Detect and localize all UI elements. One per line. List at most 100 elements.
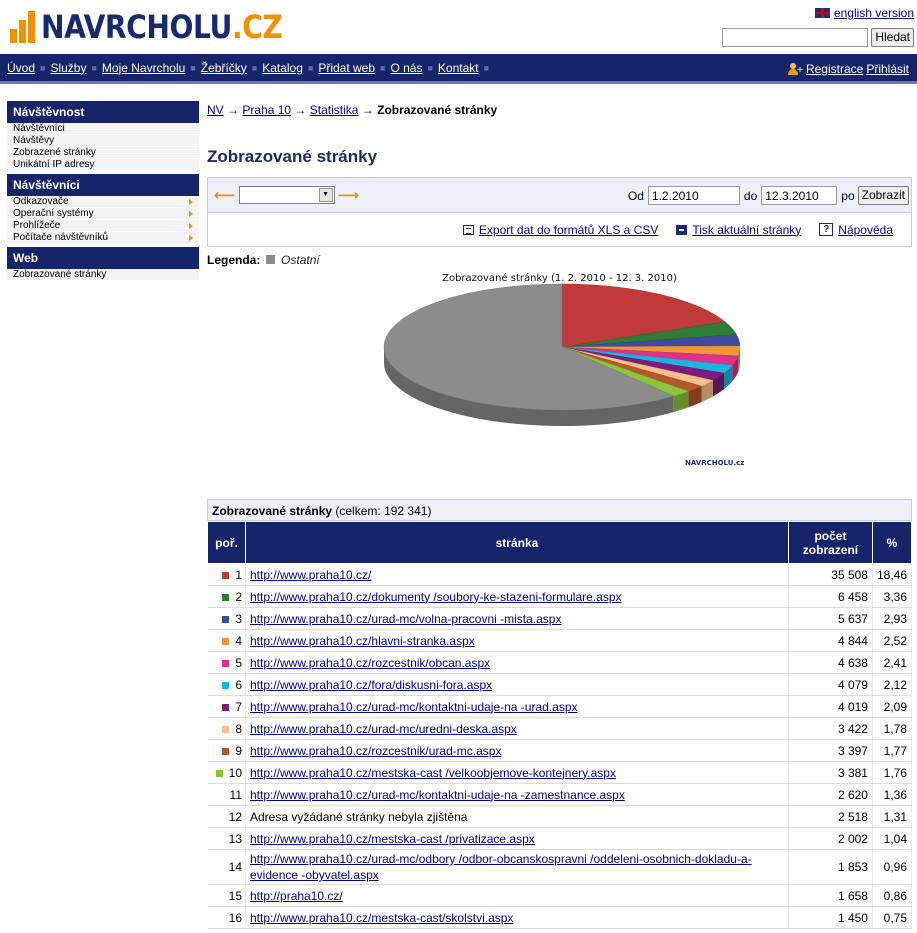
legend-swatch xyxy=(265,255,275,264)
submenu-arrow-icon xyxy=(189,223,193,229)
chart-title: Zobrazované stránky (1. 2. 2010 - 12. 3.… xyxy=(442,273,677,284)
nav-item[interactable]: Kontakt xyxy=(438,61,479,75)
page-link[interactable]: http://www.praha10.cz/mestska-cast /velk… xyxy=(250,766,616,780)
sidebar-item-label: Návštěvníci xyxy=(13,123,65,134)
search-input[interactable] xyxy=(722,28,869,47)
col-pct-header[interactable]: % xyxy=(871,521,913,564)
page-link[interactable]: http://www.praha10.cz/mestska-cast /priv… xyxy=(250,832,535,846)
nav-separator-icon: ■ xyxy=(427,62,433,73)
next-period-arrow-icon[interactable]: ⟶ xyxy=(338,188,360,203)
login-link[interactable]: Přihlásit xyxy=(866,62,909,76)
site-logo[interactable]: NAVRCHOLU.CZ xyxy=(10,4,315,50)
chevron-down-icon[interactable]: ▼ xyxy=(318,188,333,202)
series-color-swatch xyxy=(222,703,230,711)
english-version-link[interactable]: english version xyxy=(834,6,914,20)
language-switch[interactable]: english version xyxy=(814,6,914,20)
page-link[interactable]: http://www.praha10.cz/urad-mc/volna-prac… xyxy=(250,612,561,626)
help-tool[interactable]: ? Nápověda xyxy=(819,223,893,237)
count-cell: 2 518 xyxy=(788,805,873,828)
percent-cell: 2,52 xyxy=(872,629,913,652)
page-link[interactable]: http://www.praha10.cz/urad-mc/kontaktni-… xyxy=(250,700,578,714)
register-link[interactable]: Registrace xyxy=(806,62,863,76)
nav-item[interactable]: Přidat web xyxy=(318,61,375,75)
page-link[interactable]: http://www.praha10.cz/rozcestnik/obcan.a… xyxy=(250,656,490,670)
search-button[interactable]: Hledat xyxy=(871,28,914,47)
page-link[interactable]: http://www.praha10.cz/mestska-cast/skols… xyxy=(250,911,513,925)
page-link[interactable]: http://www.praha10.cz/urad-mc/uredni-des… xyxy=(250,722,517,736)
percent-cell: 1,76 xyxy=(872,761,913,784)
print-link[interactable]: Tisk aktuální stránky xyxy=(692,223,801,237)
percent-cell: 2,41 xyxy=(872,651,913,674)
table-row: 12 Adresa vyžádané stránky nebyla zjištěn… xyxy=(207,805,913,828)
breadcrumb-separator: → xyxy=(227,103,240,117)
main-navigation: Úvod ■ Služby ■ Moje Navrcholu ■ Žebříčky ■ Kata… xyxy=(0,54,917,84)
date-from-input[interactable] xyxy=(647,186,740,205)
print-tool[interactable]: Tisk aktuální stránky xyxy=(676,223,801,237)
nav-item[interactable]: Služby xyxy=(50,61,86,75)
page-cell: http://www.praha10.cz/urad-mc/kontaktni-… xyxy=(245,783,789,806)
count-cell: 2 002 xyxy=(788,827,873,850)
sidebar-item[interactable]: Návštěvy xyxy=(7,135,199,147)
submenu-arrow-icon xyxy=(189,235,193,241)
export-tool[interactable]: Export dat do formátů XLS a CSV xyxy=(462,223,658,237)
sidebar-item[interactable]: Počítače návštěvníků xyxy=(7,232,199,244)
page-cell: http://www.praha10.cz/mestska-cast/skols… xyxy=(245,906,789,929)
col-rank-header[interactable]: poř. xyxy=(207,521,246,564)
breadcrumb: NV → Praha 10 → Statistika → Zobrazované… xyxy=(207,101,912,119)
page-cell: http://www.praha10.cz/urad-mc/uredni-des… xyxy=(245,717,789,740)
col-count-header[interactable]: počet zobrazení xyxy=(787,521,873,564)
nav-item[interactable]: O nás xyxy=(390,61,422,75)
breadcrumb-link-statistika[interactable]: Statistika xyxy=(310,103,359,117)
count-cell: 1 853 xyxy=(788,849,873,885)
page-link[interactable]: http://www.praha10.cz/rozcestnik/urad-mc… xyxy=(250,744,501,758)
series-color-swatch xyxy=(222,681,230,689)
sidebar-item[interactable]: Zobrazované stránky xyxy=(7,269,199,281)
sidebar-item[interactable]: Operační systémy xyxy=(7,208,199,220)
nav-item[interactable]: Moje Navrcholu xyxy=(102,61,185,75)
page-link[interactable]: http://www.praha10.cz/urad-mc/kontaktni-… xyxy=(250,788,625,802)
rank-cell: 9 xyxy=(207,739,246,762)
nav-item[interactable]: Žebříčky xyxy=(201,61,247,75)
page-link[interactable]: http://www.praha10.cz/dokumenty /soubory… xyxy=(250,590,622,604)
nav-item[interactable]: Úvod xyxy=(7,61,35,75)
rank-number: 11 xyxy=(229,787,242,802)
export-link[interactable]: Export dat do formátů XLS a CSV xyxy=(479,223,658,237)
sidebar-item[interactable]: Odkazovače xyxy=(7,196,199,208)
page-cell: http://praha10.cz/ xyxy=(245,884,789,907)
sidebar-item-label: Odkazovače xyxy=(13,196,69,207)
sidebar-section-title: Web xyxy=(7,247,199,269)
submenu-arrow-icon xyxy=(189,199,193,205)
table-row: 4 http://www.praha10.cz/hlavni-stranka.as… xyxy=(207,629,913,652)
nav-item[interactable]: Katalog xyxy=(262,61,303,75)
page-link[interactable]: http://www.praha10.cz/fora/diskusni-fora… xyxy=(250,678,492,692)
rank-number: 9 xyxy=(235,743,242,758)
rank-number: 14 xyxy=(228,860,242,874)
sidebar-item[interactable]: Návštěvníci xyxy=(7,123,199,135)
table-row: 15 http://praha10.cz/1 658 0,86 xyxy=(207,884,913,907)
date-range: Od do po Zobrazit xyxy=(628,186,909,205)
show-button[interactable]: Zobrazit xyxy=(857,186,909,205)
help-link[interactable]: Nápověda xyxy=(838,223,893,237)
percent-cell: 18,46 xyxy=(872,563,913,586)
sidebar-item[interactable]: Zobrazené stránky xyxy=(7,147,199,159)
page-link[interactable]: http://www.praha10.cz/urad-mc/odbory /od… xyxy=(250,852,752,882)
table-header-row: poř. stránka počet zobrazení % xyxy=(207,521,913,564)
page-link[interactable]: http://www.praha10.cz/hlavni-stranka.asp… xyxy=(250,634,475,648)
series-color-swatch xyxy=(222,659,230,667)
percent-cell: 0,75 xyxy=(872,906,913,929)
breadcrumb-link-praha10[interactable]: Praha 10 xyxy=(242,103,291,117)
sidebar-item[interactable]: Prohlížeče xyxy=(7,220,199,232)
page-link[interactable]: http://www.praha10.cz/ xyxy=(250,568,371,582)
page-cell: http://www.praha10.cz/mestska-cast /priv… xyxy=(245,827,789,850)
date-to-input[interactable] xyxy=(761,186,838,205)
page-cell: http://www.praha10.cz/mestska-cast /velk… xyxy=(245,761,789,784)
sidebar-item[interactable]: Unikátní IP adresy xyxy=(7,159,199,171)
previous-period-arrow-icon[interactable]: ⟵ xyxy=(214,188,236,203)
count-cell: 3 381 xyxy=(788,761,873,784)
nav-items: Úvod ■ Služby ■ Moje Navrcholu ■ Žebříčky ■ Kata… xyxy=(7,61,494,75)
breadcrumb-link-nv[interactable]: NV xyxy=(207,103,224,117)
col-page-header[interactable]: stránka xyxy=(245,521,789,564)
table-row: 11 http://www.praha10.cz/urad-mc/kontaktn… xyxy=(207,783,913,806)
period-select[interactable]: ▼ xyxy=(238,186,335,204)
page-link[interactable]: http://praha10.cz/ xyxy=(250,889,343,903)
